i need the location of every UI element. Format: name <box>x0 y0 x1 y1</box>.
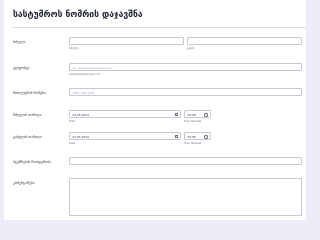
arrival-time-value: 03:58 <box>187 113 196 118</box>
calendar-icon[interactable] <box>174 113 178 117</box>
email-placeholder: ex: myname@example.com <box>72 66 112 71</box>
form-title: სასტუმროს ნომრის დაჯავშნა <box>13 10 143 20</box>
arrival-date-value: 03-05-2024 <box>72 113 89 118</box>
departure-date-value: 03-05-2024 <box>72 135 89 140</box>
phone-input[interactable]: (000) 000-0000 <box>69 88 302 96</box>
first-name-input[interactable] <box>69 37 184 45</box>
comments-textarea[interactable] <box>69 178 302 216</box>
first-name-sublabel: სახელი <box>69 46 79 50</box>
departure-date-label: გასვლის თარიღი <box>13 135 42 139</box>
departure-date-input[interactable]: 03-05-2024 <box>69 132 181 140</box>
departure-time-input[interactable]: 03:58 <box>184 132 211 140</box>
arrival-date-label: მისვლის თარიღი <box>13 113 42 117</box>
comments-label: კომენტარები <box>13 181 35 185</box>
arrival-time-input[interactable]: 03:58 <box>184 110 211 118</box>
calendar-icon[interactable] <box>174 135 178 139</box>
last-name-input[interactable] <box>187 37 302 45</box>
arrival-time-sublabel: Hour Minutes <box>184 119 202 123</box>
arrival-date-input[interactable]: 03-05-2024 <box>69 110 181 118</box>
departure-time-sublabel: Hour Minutes <box>184 141 202 145</box>
guests-label: სტუმრების რაოდენობა <box>13 160 51 164</box>
departure-time-value: 03:58 <box>187 135 196 140</box>
phone-label: მობილურის ნომერი <box>13 91 47 95</box>
clock-icon[interactable] <box>204 113 208 117</box>
departure-date-sublabel: Date <box>69 141 76 145</box>
name-label: სახელი <box>13 40 26 44</box>
clock-icon[interactable] <box>204 135 208 139</box>
title-divider <box>13 27 306 28</box>
form-card: სასტუმროს ნომრის დაჯავშნა სახელი სახელი … <box>4 0 306 220</box>
phone-placeholder: (000) 000-0000 <box>72 91 95 96</box>
guests-input[interactable] <box>69 157 302 165</box>
email-label: ელფოსტა <box>13 66 30 70</box>
last-name-sublabel: გვარი <box>187 46 195 50</box>
arrival-date-sublabel: Date <box>69 119 76 123</box>
email-input[interactable]: ex: myname@example.com <box>69 63 302 71</box>
email-sublabel: example@example.com <box>69 72 101 76</box>
